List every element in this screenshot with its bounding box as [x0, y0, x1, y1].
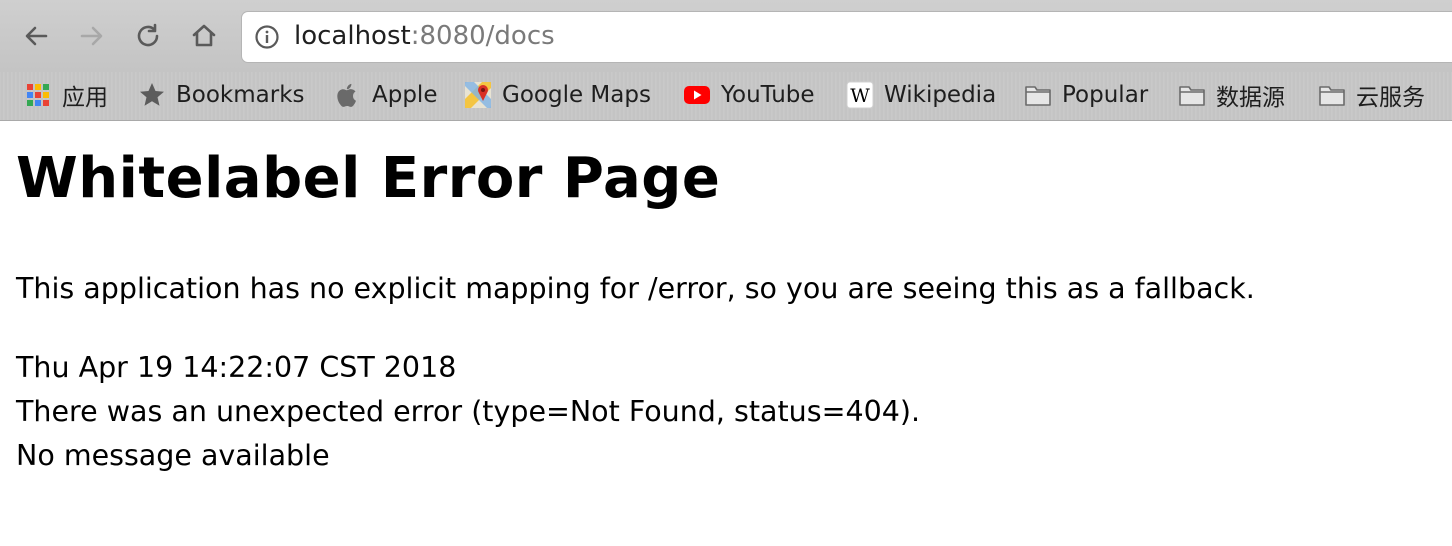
bookmark-label: 应用	[62, 85, 108, 111]
google-maps-icon	[464, 81, 492, 109]
page-title: Whitelabel Error Page	[16, 146, 721, 211]
forward-arrow-icon	[80, 26, 103, 46]
error-message: No message available	[16, 439, 330, 472]
error-timestamp: Thu Apr 19 14:22:07 CST 2018	[16, 351, 457, 384]
bookmark-label: Apple	[372, 82, 438, 108]
folder-icon	[1024, 81, 1052, 109]
star-icon	[138, 81, 166, 109]
bookmark-label: 数据源	[1216, 85, 1285, 111]
svg-text:W: W	[850, 85, 870, 107]
folder-icon	[1318, 81, 1346, 109]
bookmark-label: Popular	[1062, 82, 1149, 108]
address-url[interactable]: localhost:8080/docs	[294, 21, 555, 51]
bookmark-label: Google Maps	[502, 82, 651, 108]
info-icon[interactable]	[254, 24, 280, 50]
fallback-message: This application has no explicit mapping…	[16, 272, 1255, 305]
wikipedia-icon: W	[846, 81, 874, 109]
browser-toolbar: localhost:8080/docs	[0, 0, 1452, 72]
url-path: :8080/docs	[410, 21, 555, 51]
bookmark-bookmarks[interactable]: Bookmarks	[138, 78, 305, 112]
reload-icon	[137, 23, 159, 47]
bookmark-label: 云服务	[1356, 85, 1425, 111]
bookmark-label: Wikipedia	[884, 82, 997, 108]
error-status: There was an unexpected error (type=Not …	[16, 395, 921, 428]
back-arrow-icon	[25, 26, 48, 46]
home-icon	[192, 24, 216, 47]
bookmark-label: YouTube	[721, 82, 815, 108]
bookmark-folder-cloud-services[interactable]: 云服务	[1318, 78, 1425, 112]
bookmark-apps[interactable]: 应用	[24, 78, 108, 112]
bookmark-folder-popular[interactable]: Popular	[1024, 78, 1148, 112]
address-bar[interactable]: localhost:8080/docs	[242, 12, 1452, 62]
bookmark-label: Bookmarks	[176, 82, 305, 108]
bookmark-google-maps[interactable]: Google Maps	[464, 78, 651, 112]
bookmark-wikipedia[interactable]: W Wikipedia	[846, 78, 996, 112]
youtube-icon	[683, 81, 711, 109]
home-button[interactable]	[186, 18, 222, 54]
bookmark-apple[interactable]: Apple	[334, 78, 437, 112]
bookmark-youtube[interactable]: YouTube	[683, 78, 815, 112]
apps-grid-icon	[24, 81, 52, 109]
reload-button[interactable]	[130, 18, 166, 54]
folder-icon	[1178, 81, 1206, 109]
back-button[interactable]	[18, 18, 54, 54]
bookmark-folder-datasource[interactable]: 数据源	[1178, 78, 1285, 112]
error-details: Thu Apr 19 14:22:07 CST 2018 There was a…	[16, 346, 920, 478]
forward-button[interactable]	[74, 18, 110, 54]
apple-icon	[334, 81, 362, 109]
url-host: localhost	[294, 21, 411, 51]
